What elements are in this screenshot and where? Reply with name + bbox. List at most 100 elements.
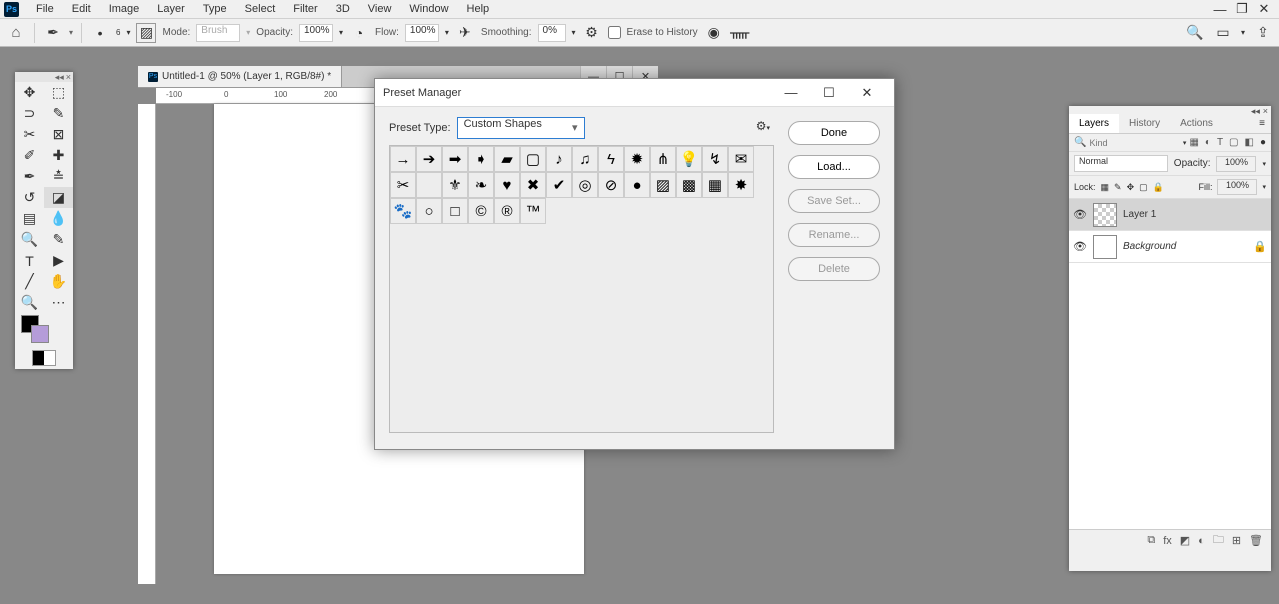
- shape-arrow-bold[interactable]: ➔: [416, 146, 442, 172]
- collapse-icon[interactable]: ◂◂: [55, 72, 64, 83]
- group-icon[interactable]: 🗀: [1213, 531, 1224, 550]
- zoom-tool[interactable]: 🔍: [15, 292, 44, 313]
- menu-edit[interactable]: Edit: [63, 3, 100, 15]
- panel-collapse-icon[interactable]: ◂◂: [1251, 106, 1260, 114]
- lock-all-icon[interactable]: 🔒: [1153, 182, 1164, 193]
- eyedropper-tool[interactable]: ✐: [15, 145, 44, 166]
- crop-tool[interactable]: ✂: [15, 124, 44, 145]
- shape-fleur[interactable]: ⚜: [442, 172, 468, 198]
- path-select-tool[interactable]: ▶: [44, 250, 73, 271]
- dialog-maximize-button[interactable]: ☐: [810, 80, 848, 106]
- adjustment-icon[interactable]: ◐: [1198, 535, 1205, 547]
- shape-square[interactable]: □: [442, 198, 468, 224]
- fill-input[interactable]: 100%: [1217, 179, 1257, 195]
- shape-music-note[interactable]: ♪: [546, 146, 572, 172]
- gradient-tool[interactable]: ▤: [15, 208, 44, 229]
- document-tab[interactable]: Ps Untitled-1 @ 50% (Layer 1, RGB/8#) *: [138, 66, 342, 87]
- symmetry-icon[interactable]: ᚅ: [730, 23, 750, 43]
- filter-type-icon[interactable]: T: [1217, 137, 1223, 148]
- lock-position-icon[interactable]: ✥: [1127, 182, 1135, 193]
- workspace-icon[interactable]: ▭: [1213, 23, 1233, 43]
- dialog-titlebar[interactable]: Preset Manager — ☐ ✕: [375, 79, 894, 107]
- background-color[interactable]: [31, 325, 49, 343]
- layer-thumbnail[interactable]: [1093, 235, 1117, 259]
- preset-type-select[interactable]: Custom Shapes: [457, 117, 585, 139]
- layer-name[interactable]: Layer 1: [1123, 209, 1156, 220]
- opacity-input[interactable]: 100%: [299, 24, 333, 42]
- dialog-close-button[interactable]: ✕: [848, 80, 886, 106]
- pressure-size-icon[interactable]: ◉: [704, 23, 724, 43]
- shape-envelope[interactable]: ✉: [728, 146, 754, 172]
- shape-bulb[interactable]: 💡: [676, 146, 702, 172]
- marquee-tool[interactable]: ⬚: [44, 82, 73, 103]
- menu-type[interactable]: Type: [194, 3, 236, 15]
- shape-frame[interactable]: ▢: [520, 146, 546, 172]
- brush-tool[interactable]: ✒: [15, 166, 44, 187]
- shape-no-sign[interactable]: ⊘: [598, 172, 624, 198]
- menu-file[interactable]: File: [27, 3, 63, 15]
- shape-arrow-block[interactable]: ➡: [442, 146, 468, 172]
- preset-gear-icon[interactable]: ⚙▾: [756, 119, 770, 133]
- layer-item[interactable]: 👁 Layer 1: [1069, 199, 1271, 231]
- airbrush-icon[interactable]: ✈: [455, 23, 475, 43]
- shape-trademark[interactable]: ™: [520, 198, 546, 224]
- healing-tool[interactable]: ✚: [44, 145, 73, 166]
- blend-mode-select[interactable]: Normal: [1074, 155, 1168, 172]
- shape-grass[interactable]: ⋔: [650, 146, 676, 172]
- shape-burst[interactable]: ✸: [728, 172, 754, 198]
- color-swatches[interactable]: [15, 313, 73, 347]
- shape-ribbon[interactable]: ▰: [494, 146, 520, 172]
- layer-item[interactable]: 👁 Background 🔒: [1069, 231, 1271, 263]
- shape-paw[interactable]: 🐾: [390, 198, 416, 224]
- shape-circle[interactable]: ○: [416, 198, 442, 224]
- shape-check[interactable]: ✔: [546, 172, 572, 198]
- layer-name[interactable]: Background: [1123, 241, 1176, 252]
- erase-history-checkbox[interactable]: [608, 26, 621, 39]
- shape-starburst[interactable]: ✹: [624, 146, 650, 172]
- filter-shape-icon[interactable]: ▢: [1229, 137, 1238, 148]
- panel-menu-icon[interactable]: ≡: [1253, 114, 1271, 133]
- fx-icon[interactable]: fx: [1163, 535, 1172, 547]
- pen-tool[interactable]: ✎: [44, 229, 73, 250]
- shape-tool[interactable]: ╱: [15, 271, 44, 292]
- maximize-button[interactable]: ❐: [1231, 1, 1253, 17]
- panel-close-icon[interactable]: ×: [1263, 106, 1268, 114]
- mask-icon[interactable]: ◩: [1180, 534, 1190, 547]
- menu-window[interactable]: Window: [400, 3, 457, 15]
- shape-registered[interactable]: ®: [494, 198, 520, 224]
- shape-arrow-thin[interactable]: →: [390, 146, 416, 172]
- home-icon[interactable]: ⌂: [6, 23, 26, 43]
- hand-tool[interactable]: ✋: [44, 271, 73, 292]
- lock-transparency-icon[interactable]: ▦: [1101, 182, 1110, 193]
- shape-scissors[interactable]: ✂: [390, 172, 416, 198]
- menu-help[interactable]: Help: [458, 3, 499, 15]
- close-button[interactable]: ✕: [1253, 1, 1275, 17]
- menu-view[interactable]: View: [359, 3, 401, 15]
- rename-button[interactable]: Rename...: [788, 223, 880, 247]
- more-tools[interactable]: ⋯: [44, 292, 73, 313]
- filter-adjust-icon[interactable]: ◐: [1205, 137, 1211, 148]
- frame-tool[interactable]: ⊠: [44, 124, 73, 145]
- minimize-button[interactable]: —: [1209, 1, 1231, 17]
- shape-target[interactable]: ◎: [572, 172, 598, 198]
- layer-thumbnail[interactable]: [1093, 203, 1117, 227]
- menu-layer[interactable]: Layer: [148, 3, 194, 15]
- lasso-tool[interactable]: ⊃: [15, 103, 44, 124]
- filter-smart-icon[interactable]: ◧: [1245, 137, 1254, 148]
- tab-history[interactable]: History: [1119, 114, 1170, 133]
- shape-music-beam[interactable]: ♫: [572, 146, 598, 172]
- smoothing-input[interactable]: 0%: [538, 24, 566, 42]
- menu-filter[interactable]: Filter: [284, 3, 326, 15]
- eraser-tool[interactable]: ◪: [44, 187, 73, 208]
- trash-icon[interactable]: 🗑: [1249, 534, 1263, 547]
- stamp-tool[interactable]: ≛: [44, 166, 73, 187]
- brush-settings-icon[interactable]: ▨: [136, 23, 156, 43]
- lock-pixels-icon[interactable]: ✎: [1114, 182, 1122, 193]
- shape-copyright[interactable]: ©: [468, 198, 494, 224]
- tab-actions[interactable]: Actions: [1170, 114, 1223, 133]
- new-layer-icon[interactable]: ⊞: [1232, 534, 1241, 547]
- shape-grid[interactable]: ▦: [702, 172, 728, 198]
- layer-opacity-input[interactable]: 100%: [1216, 156, 1256, 172]
- quick-select-tool[interactable]: ✎: [44, 103, 73, 124]
- filter-pixel-icon[interactable]: ▦: [1189, 137, 1198, 148]
